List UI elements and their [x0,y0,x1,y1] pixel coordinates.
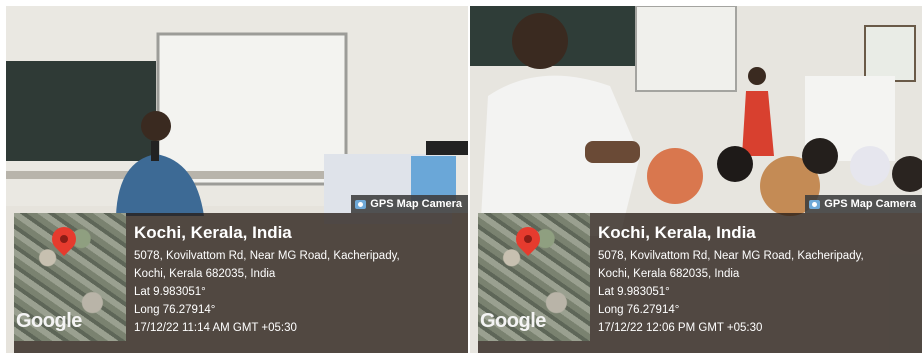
address-line-1: 5078, Kovilvattom Rd, Near MG Road, Kach… [134,250,400,262]
map-pin-icon [47,222,81,256]
timestamp: 17/12/22 11:14 AM GMT +05:30 [134,322,297,334]
address-line-1: 5078, Kovilvattom Rd, Near MG Road, Kach… [598,250,864,262]
latitude: Lat 9.983051° [598,286,670,298]
latitude: Lat 9.983051° [134,286,206,298]
gps-stamp-right: GPS Map Camera Google Kochi, Kerala, Ind… [478,195,922,353]
badge-label: GPS Map Camera [824,198,916,210]
gps-badge-right: GPS Map Camera [805,195,922,213]
photo-right: GPS Map Camera Google Kochi, Kerala, Ind… [470,6,922,353]
location-info-right: Kochi, Kerala, India 5078, Kovilvattom R… [598,223,916,337]
map-thumbnail-left: Google [14,213,126,341]
gps-stamp-left: GPS Map Camera Google Kochi, Kerala, Ind… [14,195,468,353]
camera-icon [809,199,821,209]
timestamp: 17/12/22 12:06 PM GMT +05:30 [598,322,763,334]
longitude: Long 76.27914° [598,304,680,316]
photo-left: GPS Map Camera Google Kochi, Kerala, Ind… [6,6,468,353]
longitude: Long 76.27914° [134,304,216,316]
address-line-2: Kochi, Kerala 682035, India [134,268,276,280]
badge-label: GPS Map Camera [370,198,462,210]
gps-badge-left: GPS Map Camera [351,195,468,213]
city-title: Kochi, Kerala, India [134,223,292,242]
camera-icon [355,199,367,209]
city-title: Kochi, Kerala, India [598,223,756,242]
google-logo: Google [480,310,546,332]
map-pin-icon [511,222,545,256]
address-line-2: Kochi, Kerala 682035, India [598,268,740,280]
location-info-left: Kochi, Kerala, India 5078, Kovilvattom R… [134,223,462,337]
map-thumbnail-right: Google [478,213,590,341]
google-logo: Google [16,310,82,332]
